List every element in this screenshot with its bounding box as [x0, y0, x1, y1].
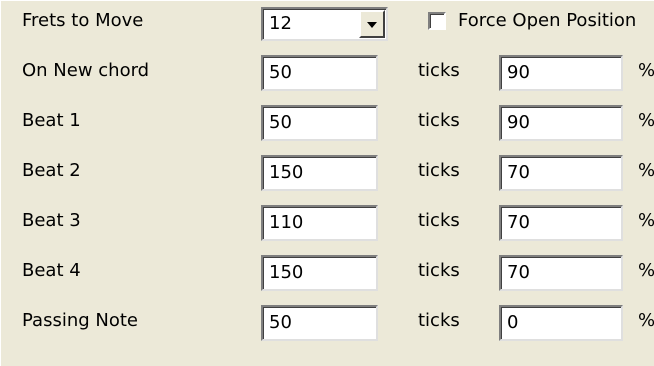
frets-to-move-value: 12	[269, 13, 292, 34]
percent-unit-label: %	[638, 110, 654, 131]
ticks-unit-label: ticks	[418, 60, 460, 81]
row-label: Beat 1	[22, 110, 81, 131]
ticks-value: 50	[269, 112, 292, 133]
ticks-unit-label: ticks	[418, 260, 460, 281]
percent-input[interactable]: 90	[499, 105, 623, 141]
percent-input[interactable]: 70	[499, 255, 623, 291]
row-label: Beat 4	[22, 260, 81, 281]
dropdown-button[interactable]	[359, 10, 385, 38]
percent-value: 70	[507, 262, 530, 283]
chevron-down-icon	[367, 22, 377, 28]
ticks-unit-label: ticks	[418, 310, 460, 331]
percent-input[interactable]: 90	[499, 55, 623, 91]
ticks-value: 50	[269, 312, 292, 333]
percent-input[interactable]: 0	[499, 305, 623, 341]
row-passing-note: Passing Note 50 ticks 0 %	[1, 301, 654, 345]
percent-value: 90	[507, 112, 530, 133]
force-open-position-checkbox[interactable]	[428, 12, 446, 30]
ticks-input[interactable]: 150	[261, 255, 378, 291]
ticks-unit-label: ticks	[418, 210, 460, 231]
percent-unit-label: %	[638, 310, 654, 331]
ticks-value: 150	[269, 262, 304, 283]
ticks-value: 110	[269, 212, 304, 233]
row-label: On New chord	[22, 60, 150, 81]
percent-input[interactable]: 70	[499, 205, 623, 241]
percent-unit-label: %	[638, 260, 654, 281]
percent-value: 90	[507, 62, 530, 83]
ticks-value: 50	[269, 62, 292, 83]
frets-to-move-dropdown[interactable]: 12	[261, 7, 388, 41]
row-on-new-chord: On New chord 50 ticks 90 %	[1, 51, 654, 95]
percent-value: 0	[507, 312, 519, 333]
percent-unit-label: %	[638, 160, 654, 181]
force-open-position-label[interactable]: Force Open Position	[458, 10, 636, 31]
ticks-unit-label: ticks	[418, 160, 460, 181]
ticks-value: 150	[269, 162, 304, 183]
settings-panel: Frets to Move 12 Force Open Position On …	[0, 0, 654, 366]
percent-input[interactable]: 70	[499, 155, 623, 191]
row-label: Beat 2	[22, 160, 81, 181]
ticks-input[interactable]: 50	[261, 305, 378, 341]
ticks-input[interactable]: 150	[261, 155, 378, 191]
percent-value: 70	[507, 162, 530, 183]
ticks-input[interactable]: 50	[261, 55, 378, 91]
row-label: Passing Note	[22, 310, 138, 331]
row-beat-1: Beat 1 50 ticks 90 %	[1, 101, 654, 145]
row-beat-2: Beat 2 150 ticks 70 %	[1, 151, 654, 195]
ticks-input[interactable]: 110	[261, 205, 378, 241]
row-label: Beat 3	[22, 210, 81, 231]
percent-unit-label: %	[638, 210, 654, 231]
percent-value: 70	[507, 212, 530, 233]
row-beat-4: Beat 4 150 ticks 70 %	[1, 251, 654, 295]
ticks-input[interactable]: 50	[261, 105, 378, 141]
frets-row: Frets to Move 12 Force Open Position	[1, 1, 654, 45]
percent-unit-label: %	[638, 60, 654, 81]
row-beat-3: Beat 3 110 ticks 70 %	[1, 201, 654, 245]
frets-to-move-label: Frets to Move	[22, 10, 144, 31]
ticks-unit-label: ticks	[418, 110, 460, 131]
